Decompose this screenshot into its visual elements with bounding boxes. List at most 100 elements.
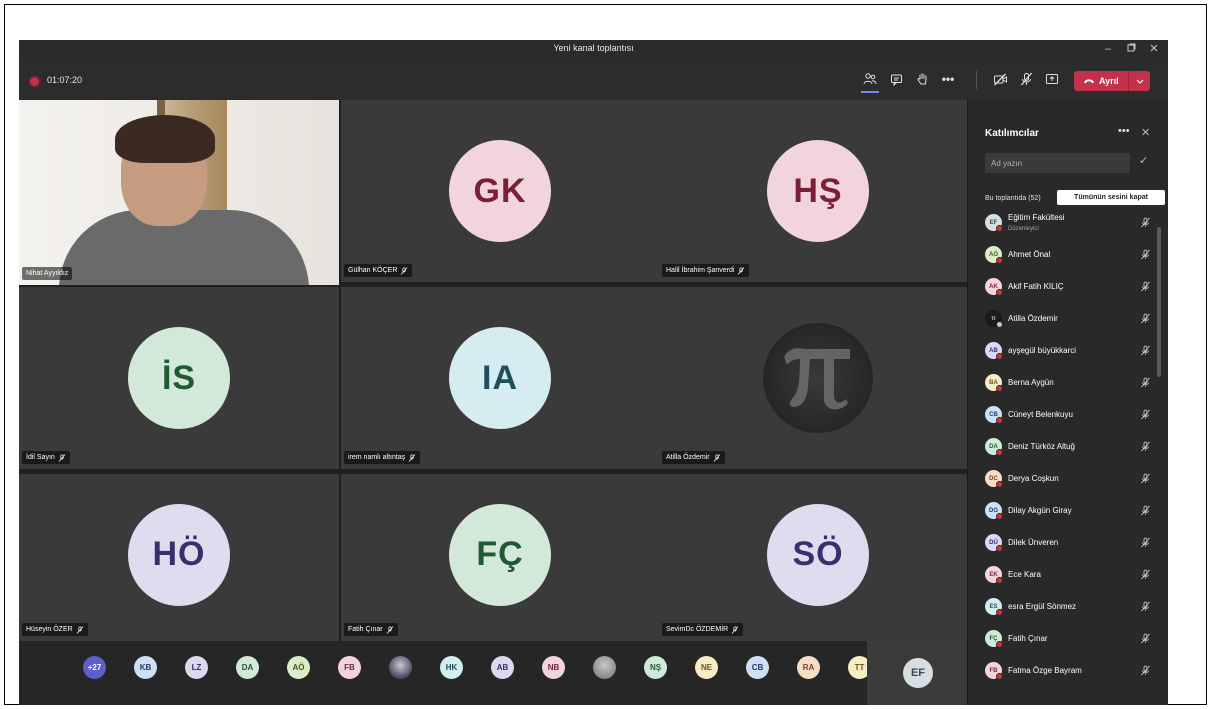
in-meeting-count[interactable]: Bu toplantıda (52) [985,195,1041,202]
mic-muted-icon[interactable] [1140,665,1151,676]
video-grid: Nihat Ayyıldız GK Gülhan KÖÇER HŞ Halil … [19,100,977,641]
mic-muted-icon[interactable] [1140,313,1151,324]
strip-avatar[interactable]: HK [440,656,463,679]
mic-muted-icon [401,266,408,275]
participant-row[interactable]: BA Berna Aygün [985,369,1155,397]
participant-row[interactable]: FÇ Fatih Çınar [985,625,1155,653]
mic-muted-icon[interactable] [1140,281,1151,292]
mic-muted-icon[interactable] [1140,409,1151,420]
participant-name-tag: İdil Sayın [22,451,70,464]
participants-icon[interactable] [859,68,881,93]
video-tile-8[interactable]: SÖ SevimDc ÖZDEMİR [659,474,977,641]
participant-name: Eğitim Fakültesi [1008,213,1065,222]
participant-name-tag: Atilla Özdemir [662,451,725,464]
participant-row[interactable]: EF Eğitim Fakültesi Düzenleyici [985,209,1155,237]
participant-name-tag: Halil İbrahim Şanverdi [662,264,750,277]
strip-avatar[interactable]: CB [746,656,769,679]
video-tile-3[interactable]: İS İdil Sayın [19,287,339,469]
panel-scrollbar[interactable] [1157,227,1161,377]
strip-avatar[interactable]: AÖ [287,656,310,679]
participant-row[interactable]: ES esra Ergül Sönmez [985,593,1155,621]
mic-muted-icon[interactable] [1140,345,1151,356]
strip-avatar[interactable]: RA [797,656,820,679]
leave-button[interactable]: Ayrıl [1074,71,1150,91]
strip-avatar[interactable]: FB [338,656,361,679]
participant-search-input[interactable]: Ad yazın [985,153,1130,173]
camera-off-icon[interactable] [989,68,1011,90]
participant-row[interactable]: DG Dilay Akgün Giray [985,497,1155,525]
mic-muted-icon[interactable] [1140,505,1151,516]
participant-row[interactable]: CB Cüneyt Belenkuyu [985,401,1155,429]
participant-row[interactable]: FB Fatma Özge Bayram [985,657,1155,685]
restore-icon[interactable] [1122,42,1140,57]
participant-name-tag: Hüseyin ÖZER [22,623,88,636]
participant-row[interactable]: EK Ece Kara [985,561,1155,589]
participant-name: Dilek Ünveren [1008,538,1059,547]
participant-name: Gülhan KÖÇER [348,267,398,274]
video-tile-4[interactable]: IA irem namlı altıntaş [341,287,659,469]
presence-status-icon [996,417,1003,424]
close-window-icon[interactable]: ✕ [1145,42,1163,57]
participant-row[interactable]: DC Derya Coşkun [985,465,1155,493]
participant-row[interactable]: AB ayşegül büyükkarci [985,337,1155,365]
participant-name: ayşegül büyükkarci [1008,346,1077,355]
participant-name-tag: Nihat Ayyıldız [22,267,73,280]
mic-muted-icon[interactable] [1140,441,1151,452]
strip-avatar[interactable]: NB [542,656,565,679]
panel-more-icon[interactable]: ••• [1118,125,1130,137]
participant-name: esra Ergül Sönmez [1008,602,1077,611]
participant-avatar: HÖ [128,503,230,606]
strip-avatar[interactable]: +27 [83,656,106,679]
self-video-tile[interactable]: EF [867,641,967,705]
participant-name-tag: SevimDc ÖZDEMİR [662,623,744,636]
mute-all-button[interactable]: Tümünün sesini kapat [1057,190,1165,205]
participant-name: Nihat Ayyıldız [26,270,69,277]
raise-hand-icon[interactable] [911,68,933,90]
video-tile-6[interactable]: HÖ Hüseyin ÖZER [19,474,339,641]
panel-close-icon[interactable]: ✕ [1141,126,1150,139]
presence-status-icon [996,513,1003,520]
checkmark-icon[interactable]: ✓ [1139,154,1148,167]
participant-row[interactable]: DA Deniz Türköz Altuğ [985,433,1155,461]
mic-muted-icon[interactable] [1140,633,1151,644]
mic-muted-icon[interactable] [1140,569,1151,580]
participant-row[interactable]: AÖ Ahmet Önal [985,241,1155,269]
strip-avatar[interactable]: KB [134,656,157,679]
video-tile-5[interactable]: Atilla Özdemir [659,287,977,469]
participant-list: EF Eğitim Fakültesi Düzenleyici AÖ Ahmet Öna… [968,209,1156,705]
more-actions-icon[interactable]: ••• [937,68,959,90]
presence-status-icon [996,609,1003,616]
participant-name: Cüneyt Belenkuyu [1008,410,1073,419]
strip-avatar[interactable]: AB [491,656,514,679]
participant-row[interactable]: AK Akif Fatih KILIÇ [985,273,1155,301]
leave-main[interactable]: Ayrıl [1074,71,1129,91]
mic-off-icon[interactable] [1015,68,1037,90]
mic-muted-icon[interactable] [1140,377,1151,388]
mic-muted-icon[interactable] [1140,537,1151,548]
video-tile-2[interactable]: HŞ Halil İbrahim Şanverdi [659,100,977,282]
leave-options-chevron-icon[interactable] [1129,79,1150,84]
mic-muted-icon [386,625,393,634]
share-screen-icon[interactable] [1041,68,1063,90]
mic-muted-icon[interactable] [1140,249,1151,260]
mic-muted-icon[interactable] [1140,473,1151,484]
participant-row[interactable]: π Atilla Özdemir [985,305,1155,333]
strip-photo-avatar[interactable] [389,656,412,679]
video-tile-1[interactable]: GK Gülhan KÖÇER [341,100,659,282]
video-tile-0[interactable]: Nihat Ayyıldız [19,100,339,285]
mic-muted-icon[interactable] [1140,601,1151,612]
leave-label: Ayrıl [1099,76,1119,86]
video-tile-7[interactable]: FÇ Fatih Çınar [341,474,659,641]
participant-row[interactable]: DÜ Dilek Ünveren [985,529,1155,557]
participant-name: Atilla Özdemir [666,454,710,461]
strip-avatar[interactable]: NE [695,656,718,679]
presence-status-icon [996,673,1003,680]
strip-avatar[interactable]: DA [236,656,259,679]
strip-photo-avatar[interactable] [593,656,616,679]
mic-muted-icon[interactable] [1140,217,1151,228]
strip-avatar[interactable]: NŞ [644,656,667,679]
participant-name: Deniz Türköz Altuğ [1008,442,1075,451]
chat-icon[interactable] [885,68,907,90]
strip-avatar[interactable]: LZ [185,656,208,679]
minimize-icon[interactable]: – [1099,42,1117,57]
